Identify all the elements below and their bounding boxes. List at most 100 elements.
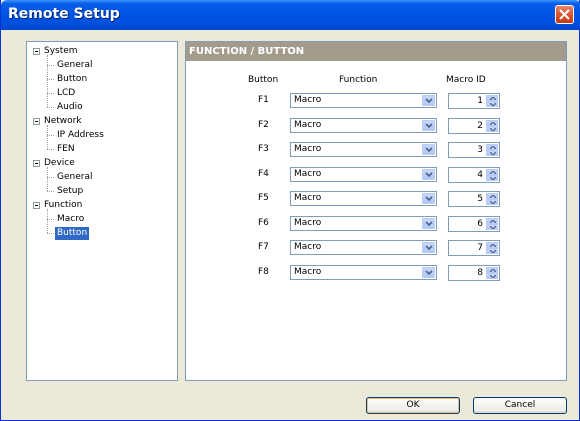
macro-id-spinner[interactable]: 3	[448, 142, 500, 158]
function-select[interactable]: Macro	[290, 265, 437, 280]
macro-id-value: 8	[477, 268, 483, 278]
macro-id-spinner[interactable]: 5	[448, 191, 500, 207]
spin-down-button[interactable]	[486, 175, 498, 181]
collapse-icon[interactable]	[33, 202, 40, 209]
tree-connector	[47, 79, 54, 80]
tree-connector	[47, 233, 54, 234]
arrow-up-icon	[490, 269, 496, 272]
tree-item[interactable]: Network	[42, 115, 84, 128]
function-select[interactable]: Macro	[290, 216, 437, 231]
dropdown-button[interactable]	[422, 169, 435, 180]
macro-id-value: 5	[477, 194, 483, 204]
arrow-down-icon	[490, 128, 496, 131]
tree-item[interactable]: LCD	[55, 87, 77, 100]
arrow-up-icon	[490, 146, 496, 149]
arrow-down-icon	[490, 152, 496, 155]
dropdown-button[interactable]	[422, 242, 435, 253]
title-bar[interactable]: Remote Setup	[1, 0, 580, 30]
arrow-up-icon	[490, 244, 496, 247]
macro-id-value: 7	[477, 243, 483, 253]
chevron-down-icon	[425, 147, 433, 153]
chevron-down-icon	[425, 221, 433, 227]
chevron-down-icon	[425, 270, 433, 276]
macro-id-spinner[interactable]: 1	[448, 93, 500, 109]
tree-item[interactable]: General	[55, 59, 94, 72]
spin-down-button[interactable]	[486, 101, 498, 107]
arrow-up-icon	[490, 97, 496, 100]
collapse-icon[interactable]	[33, 48, 40, 55]
function-select[interactable]: Macro	[290, 240, 437, 255]
function-key-label: F8	[258, 267, 269, 277]
remote-setup-window: Remote Setup System General Button LCD Audio…	[0, 0, 580, 421]
collapse-icon[interactable]	[33, 160, 40, 167]
macro-id-value: 1	[477, 96, 483, 106]
spin-down-button[interactable]	[486, 150, 498, 156]
function-button-panel: FUNCTION / BUTTON Button Function Macro …	[185, 41, 567, 381]
collapse-icon[interactable]	[33, 118, 40, 125]
tree-item[interactable]: General	[55, 171, 94, 184]
chevron-down-icon	[425, 245, 433, 251]
spin-down-button[interactable]	[486, 126, 498, 132]
dropdown-button[interactable]	[422, 120, 435, 131]
function-select-value: Macro	[294, 218, 322, 228]
function-key-label: F3	[258, 144, 269, 154]
macro-id-spinner[interactable]: 6	[448, 216, 500, 232]
function-select[interactable]: Macro	[290, 142, 437, 157]
tree-item[interactable]: IP Address	[55, 129, 106, 142]
function-select[interactable]: Macro	[290, 191, 437, 206]
function-select-value: Macro	[294, 242, 322, 252]
macro-id-spinner[interactable]: 8	[448, 265, 500, 281]
dropdown-button[interactable]	[422, 218, 435, 229]
tree-item[interactable]: Button	[55, 227, 90, 240]
tree-item[interactable]: Setup	[55, 185, 85, 198]
macro-id-spinner[interactable]: 4	[448, 167, 500, 183]
tree-item-label: Macro	[57, 214, 85, 224]
close-button[interactable]	[555, 5, 574, 24]
tree-connector	[47, 177, 54, 178]
dropdown-button[interactable]	[422, 193, 435, 204]
tree-connector	[47, 149, 54, 150]
function-select[interactable]: Macro	[290, 118, 437, 133]
tree-connector	[47, 219, 54, 220]
macro-id-value: 2	[477, 121, 483, 131]
arrow-up-icon	[490, 171, 496, 174]
panel-header: FUNCTION / BUTTON	[186, 42, 566, 61]
cancel-button[interactable]: Cancel	[473, 397, 567, 414]
dropdown-button[interactable]	[422, 95, 435, 106]
function-select-value: Macro	[294, 95, 322, 105]
arrow-up-icon	[490, 195, 496, 198]
tree-item-label: Button	[57, 74, 88, 84]
spin-down-button[interactable]	[486, 199, 498, 205]
tree-item-label: Audio	[57, 102, 83, 112]
ok-button[interactable]: OK	[366, 397, 460, 414]
dropdown-button[interactable]	[422, 267, 435, 278]
chevron-down-icon	[425, 196, 433, 202]
spin-down-button[interactable]	[486, 224, 498, 230]
tree-item-label: Button	[55, 227, 90, 240]
arrow-down-icon	[490, 275, 496, 278]
column-header-macro-id: Macro ID	[446, 75, 486, 85]
arrow-down-icon	[490, 177, 496, 180]
function-select-value: Macro	[294, 144, 322, 154]
tree-item[interactable]: Button	[55, 73, 89, 86]
tree-item-label: IP Address	[57, 130, 104, 140]
tree-item[interactable]: FEN	[55, 143, 77, 156]
arrow-down-icon	[490, 103, 496, 106]
spin-down-button[interactable]	[486, 248, 498, 254]
tree-item-label: Setup	[57, 186, 84, 196]
function-select[interactable]: Macro	[290, 93, 437, 108]
tree-item-label: Function	[44, 200, 83, 210]
tree-item-label: LCD	[57, 88, 76, 98]
arrow-down-icon	[490, 201, 496, 204]
spin-down-button[interactable]	[486, 273, 498, 279]
tree-connector	[47, 135, 54, 136]
column-header-button: Button	[248, 75, 279, 85]
function-select[interactable]: Macro	[290, 167, 437, 182]
tree-item[interactable]: Macro	[55, 213, 86, 226]
tree-item[interactable]: Audio	[55, 101, 85, 114]
tree-item[interactable]: Function	[42, 199, 84, 212]
dropdown-button[interactable]	[422, 144, 435, 155]
macro-id-spinner[interactable]: 7	[448, 240, 500, 256]
arrow-down-icon	[490, 226, 496, 229]
macro-id-spinner[interactable]: 2	[448, 118, 500, 134]
